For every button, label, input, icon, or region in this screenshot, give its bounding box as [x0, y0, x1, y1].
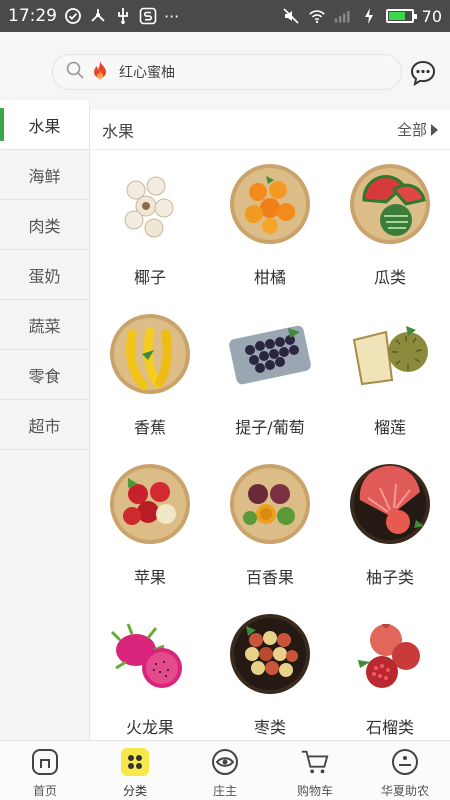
- product-category-item[interactable]: 石榴类: [330, 600, 450, 740]
- sidebar-item[interactable]: 海鲜: [0, 150, 89, 200]
- message-button[interactable]: [410, 60, 436, 87]
- battery-icon: [385, 9, 417, 23]
- product-category-label: 百香果: [245, 568, 294, 587]
- battery-level: 70: [421, 6, 442, 26]
- apple-icon: [106, 460, 194, 548]
- coconut-icon: [106, 160, 194, 248]
- status-bar: 17:29 ··· 70: [0, 0, 450, 32]
- sidebar-item[interactable]: 蛋奶: [0, 250, 89, 300]
- usb-icon: [114, 7, 132, 25]
- product-category-label: 榴莲: [373, 418, 406, 437]
- sidebar-item-label: 海鲜: [28, 166, 61, 186]
- search-input[interactable]: 红心蜜柚: [52, 54, 402, 90]
- view-all-label: 全部: [396, 121, 427, 139]
- more-notifications-icon: ···: [164, 6, 180, 26]
- app-s-icon: [139, 7, 157, 25]
- search-placeholder: 红心蜜柚: [119, 65, 175, 81]
- tab-item[interactable]: 购物车: [270, 741, 360, 800]
- tab-item[interactable]: 华夏助农: [360, 741, 450, 800]
- product-category-item[interactable]: 瓜类: [330, 150, 450, 300]
- mute-icon: [282, 7, 300, 25]
- chat-bubble-icon: [410, 60, 436, 87]
- sidebar-item[interactable]: 水果: [0, 100, 89, 150]
- product-category-label: 香蕉: [133, 418, 166, 437]
- category-sidebar: 水果海鲜肉类蛋奶蔬菜零食超市: [0, 100, 90, 740]
- product-category-label: 柚子类: [365, 568, 414, 587]
- product-category-item[interactable]: 百香果: [210, 450, 330, 600]
- product-category-item[interactable]: 柑橘: [210, 150, 330, 300]
- signal-icon: [334, 7, 352, 25]
- product-category-label: 火龙果: [125, 718, 174, 737]
- tab-item[interactable]: 庄主: [180, 741, 270, 800]
- product-category-label: 椰子: [133, 268, 166, 287]
- sidebar-item-label: 超市: [28, 416, 61, 436]
- product-category-item[interactable]: 苹果: [90, 450, 210, 600]
- tab-item[interactable]: 首页: [0, 741, 90, 800]
- section-header: 水果 全部: [90, 110, 450, 150]
- sidebar-item-label: 蔬菜: [28, 316, 61, 336]
- banana-icon: [106, 310, 194, 398]
- home-icon: [30, 747, 60, 777]
- sidebar-item-label: 蛋奶: [28, 266, 61, 286]
- sidebar-item-label: 肉类: [28, 216, 61, 236]
- product-category-item[interactable]: 枣类: [210, 600, 330, 740]
- network-share-icon: [89, 7, 107, 25]
- product-category-label: 柑橘: [253, 268, 286, 287]
- jujube-icon: [226, 610, 314, 698]
- wifi-icon: [308, 7, 326, 25]
- sidebar-item-label: 零食: [28, 366, 61, 386]
- view-all-link[interactable]: 全部: [397, 119, 438, 140]
- section-title: 水果: [102, 121, 135, 141]
- caret-right-icon: [431, 123, 438, 136]
- grape-icon: [226, 310, 314, 398]
- product-panel: 水果 全部 椰子 柑橘 瓜类香蕉 提子/葡萄 榴莲苹果 百香果 柚子类火龙果 枣类 石榴类: [90, 110, 450, 740]
- product-category-item[interactable]: 柚子类: [330, 450, 450, 600]
- smile-icon: [390, 747, 420, 777]
- tab-label: 购物车: [296, 784, 333, 798]
- sidebar-item[interactable]: 超市: [0, 400, 89, 450]
- dragon-fruit-icon: [106, 610, 194, 698]
- sidebar-item[interactable]: 蔬菜: [0, 300, 89, 350]
- product-category-label: 瓜类: [373, 268, 406, 287]
- product-category-item[interactable]: 榴莲: [330, 300, 450, 450]
- cart-icon: [300, 747, 330, 777]
- pomegranate-icon: [346, 610, 434, 698]
- tab-item[interactable]: 分类: [90, 741, 180, 800]
- search-icon: [65, 60, 85, 84]
- check-circle-icon: [64, 7, 82, 25]
- status-time: 17:29: [8, 6, 57, 26]
- product-category-label: 苹果: [133, 568, 166, 587]
- tab-label: 首页: [32, 784, 57, 798]
- product-grid: 椰子 柑橘 瓜类香蕉 提子/葡萄 榴莲苹果 百香果 柚子类火龙果 枣类 石榴类: [90, 150, 450, 740]
- eye-icon: [210, 747, 240, 777]
- search-header: 红心蜜柚: [0, 32, 450, 110]
- product-category-label: 提子/葡萄: [235, 418, 305, 437]
- passion-fruit-icon: [226, 460, 314, 548]
- orange-icon: [226, 160, 314, 248]
- product-category-item[interactable]: 椰子: [90, 150, 210, 300]
- product-category-item[interactable]: 火龙果: [90, 600, 210, 740]
- sidebar-item-label: 水果: [28, 116, 61, 136]
- durian-icon: [346, 310, 434, 398]
- tab-label: 华夏助农: [380, 784, 429, 798]
- hot-flame-icon: [91, 60, 109, 84]
- charging-bolt-icon: [360, 7, 378, 25]
- tab-label: 分类: [122, 784, 147, 798]
- product-category-item[interactable]: 提子/葡萄: [210, 300, 330, 450]
- sidebar-item[interactable]: 肉类: [0, 200, 89, 250]
- bottom-tab-bar: 首页 分类 庄主 购物车 华夏助农: [0, 740, 450, 800]
- sidebar-item[interactable]: 零食: [0, 350, 89, 400]
- product-category-label: 石榴类: [365, 718, 414, 737]
- product-category-label: 枣类: [253, 718, 286, 737]
- tab-label: 庄主: [212, 784, 237, 798]
- melon-icon: [346, 160, 434, 248]
- product-category-item[interactable]: 香蕉: [90, 300, 210, 450]
- pomelo-icon: [346, 460, 434, 548]
- category-icon: [120, 747, 150, 777]
